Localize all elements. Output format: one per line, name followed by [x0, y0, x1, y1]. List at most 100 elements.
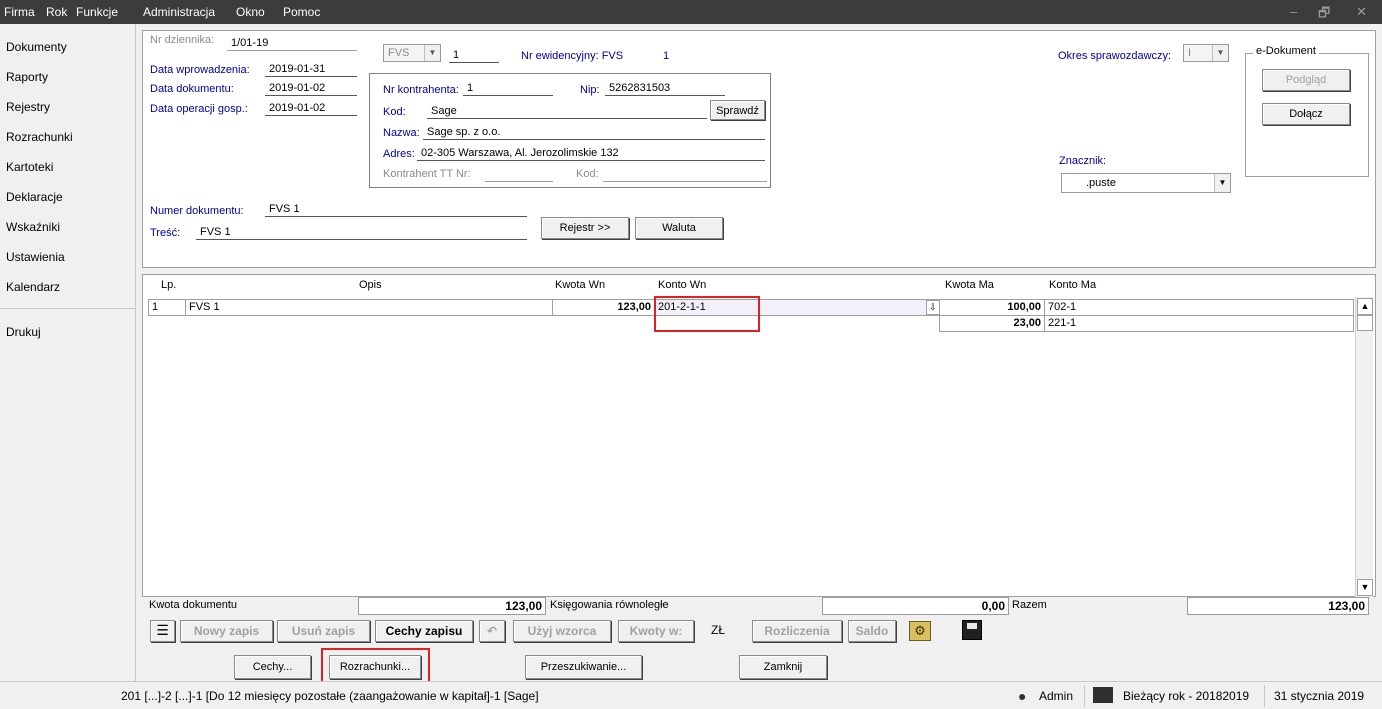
- usun-zapis-label: Usuń zapis: [291, 624, 356, 638]
- cechy-button[interactable]: Cechy...: [234, 655, 311, 679]
- podglad-button[interactable]: Podgląd: [1262, 69, 1350, 91]
- menu-rok[interactable]: Rok: [46, 5, 67, 19]
- kod-field[interactable]: Sage: [427, 104, 707, 119]
- uzyj-wzorca-button[interactable]: Użyj wzorca: [513, 620, 611, 642]
- nr-ewidencyjny-value: 1: [663, 50, 670, 62]
- doc-type-value: FVS: [388, 47, 410, 59]
- column-header-lp: Lp.: [161, 279, 177, 291]
- kwoty-w-label: Kwoty w:: [629, 624, 683, 638]
- saldo-button[interactable]: Saldo: [848, 620, 896, 642]
- status-bar: 201 [...]-2 [...]-1 [Do 12 miesięcy pozo…: [0, 681, 1382, 709]
- scroll-up-icon[interactable]: ▲: [1357, 298, 1373, 315]
- sidebar-item-raporty[interactable]: Raporty: [6, 70, 48, 84]
- menu-funkcje[interactable]: Funkcje: [76, 5, 118, 19]
- column-header-kwota-ma: Kwota Ma: [945, 279, 994, 291]
- chevron-down-icon: ▼: [1214, 174, 1230, 192]
- close-icon[interactable]: ✕: [1356, 4, 1367, 20]
- adres-field[interactable]: 02-305 Warszawa, Al. Jerozolimskie 132: [417, 146, 765, 161]
- undo-icon[interactable]: ↶: [479, 620, 505, 642]
- column-header-konto-ma: Konto Ma: [1049, 279, 1097, 291]
- zamknij-button[interactable]: Zamknij: [739, 655, 827, 679]
- grid-scrollbar[interactable]: ▲ ▼: [1355, 297, 1373, 597]
- kontrahent-tt-field[interactable]: [485, 167, 553, 182]
- restore-icon[interactable]: 🗗: [1318, 4, 1330, 26]
- rozliczenia-button[interactable]: Rozliczenia: [752, 620, 842, 642]
- okres-select[interactable]: I ▼: [1183, 44, 1229, 62]
- save-disk-icon[interactable]: [962, 620, 982, 640]
- sidebar-item-kartoteki[interactable]: Kartoteki: [6, 160, 53, 174]
- currency-label: ZŁ: [711, 623, 726, 637]
- data-dokumentu-field[interactable]: 2019-01-02: [265, 81, 357, 96]
- doc-type-select[interactable]: FVS ▼: [383, 44, 441, 62]
- data-wprowadzenia-field[interactable]: 2019-01-31: [265, 62, 357, 77]
- nr-dziennika-value: 1/01-19: [227, 36, 357, 51]
- cell-kwota-wn[interactable]: 123,00: [552, 299, 655, 316]
- nr-ewidencyjny-label: Nr ewidencyjny: FVS: [521, 50, 624, 62]
- nr-kontrahenta-field[interactable]: 1: [463, 81, 553, 96]
- doc-number-field[interactable]: 1: [449, 48, 499, 63]
- sidebar-item-rozrachunki[interactable]: Rozrachunki: [6, 130, 73, 144]
- dolacz-button-label: Dołącz: [1289, 108, 1323, 120]
- status-date: 31 stycznia 2019: [1274, 689, 1365, 703]
- rejestr-button[interactable]: Rejestr >>: [541, 217, 629, 239]
- cell-opis[interactable]: FVS 1: [185, 299, 553, 316]
- edokument-title: e-Dokument: [1253, 45, 1319, 57]
- sprawdz-button[interactable]: Sprawdź: [710, 100, 765, 120]
- tresc-field[interactable]: FVS 1: [196, 225, 527, 240]
- usun-zapis-button[interactable]: Usuń zapis: [277, 620, 370, 642]
- menu-administracja[interactable]: Administracja: [143, 5, 215, 19]
- kwota-dokumentu-label: Kwota dokumentu: [149, 599, 238, 611]
- sidebar-item-dokumenty[interactable]: Dokumenty: [6, 40, 67, 54]
- chevron-down-icon: ▼: [1212, 45, 1228, 61]
- data-operacji-label: Data operacji gosp.:: [150, 103, 248, 115]
- account-description: 201 [...]-2 [...]-1 [Do 12 miesięcy pozo…: [121, 689, 539, 703]
- data-operacji-field[interactable]: 2019-01-02: [265, 101, 357, 116]
- column-header-opis: Opis: [359, 279, 382, 291]
- przeszukiwanie-button-label: Przeszukiwanie...: [540, 661, 627, 673]
- sidebar-divider: [0, 308, 135, 309]
- scroll-down-icon[interactable]: ▼: [1357, 579, 1373, 596]
- list-menu-icon[interactable]: ☰: [150, 620, 175, 642]
- kod-label: Kod:: [383, 106, 406, 118]
- kwoty-w-button[interactable]: Kwoty w:: [618, 620, 694, 642]
- status-divider: [1264, 685, 1265, 707]
- account-lookup-icon[interactable]: ⇩: [926, 300, 940, 315]
- minimize-icon[interactable]: –: [1290, 4, 1297, 19]
- sprawdz-button-label: Sprawdź: [716, 105, 759, 117]
- dolacz-button[interactable]: Dołącz: [1262, 103, 1350, 125]
- menu-okno[interactable]: Okno: [236, 5, 265, 19]
- menu-firma[interactable]: Firma: [4, 5, 35, 19]
- sidebar-item-rejestry[interactable]: Rejestry: [6, 100, 50, 114]
- tt-kod-field[interactable]: [603, 167, 767, 182]
- nip-field[interactable]: 5262831503: [605, 81, 725, 96]
- numer-dokumentu-field[interactable]: FVS 1: [265, 202, 527, 217]
- cell-konto-ma[interactable]: 221-1: [1044, 315, 1354, 332]
- scroll-thumb[interactable]: [1357, 315, 1373, 331]
- podglad-button-label: Podgląd: [1285, 74, 1327, 86]
- zamknij-button-label: Zamknij: [763, 661, 803, 673]
- sidebar-item-deklaracje[interactable]: Deklaracje: [6, 190, 63, 204]
- nowy-zapis-button[interactable]: Nowy zapis: [180, 620, 273, 642]
- sidebar-item-drukuj[interactable]: Drukuj: [6, 325, 41, 339]
- numer-dokumentu-label: Numer dokumentu:: [150, 205, 244, 217]
- sidebar-item-kalendarz[interactable]: Kalendarz: [6, 280, 60, 294]
- przeszukiwanie-button[interactable]: Przeszukiwanie...: [525, 655, 642, 679]
- cell-kwota-ma[interactable]: 23,00: [939, 315, 1045, 332]
- sidebar-item-ustawienia[interactable]: Ustawienia: [6, 250, 65, 264]
- waluta-button[interactable]: Waluta: [635, 217, 723, 239]
- ksiegowania-value: 0,00: [822, 597, 1009, 615]
- cell-kwota-ma[interactable]: 100,00: [939, 299, 1045, 316]
- cell-konto-ma[interactable]: 702-1: [1044, 299, 1354, 316]
- nowy-zapis-label: Nowy zapis: [193, 624, 260, 638]
- menu-pomoc[interactable]: Pomoc: [283, 5, 320, 19]
- nazwa-field[interactable]: Sage sp. z o.o.: [423, 125, 765, 140]
- settings-gear-icon[interactable]: ⚙: [909, 621, 931, 641]
- menu-bar: Firma Rok Funkcje Administracja Okno Pom…: [0, 0, 1382, 24]
- okres-label: Okres sprawozdawczy:: [1058, 50, 1172, 62]
- kontrahent-tt-label: Kontrahent TT Nr:: [383, 168, 471, 180]
- sidebar-item-wskazniki[interactable]: Wskaźniki: [6, 220, 60, 234]
- znacznik-select[interactable]: .puste ▼: [1061, 173, 1231, 193]
- cechy-zapisu-button[interactable]: Cechy zapisu: [375, 620, 473, 642]
- cell-lp[interactable]: 1: [148, 299, 186, 316]
- razem-label: Razem: [1012, 599, 1047, 611]
